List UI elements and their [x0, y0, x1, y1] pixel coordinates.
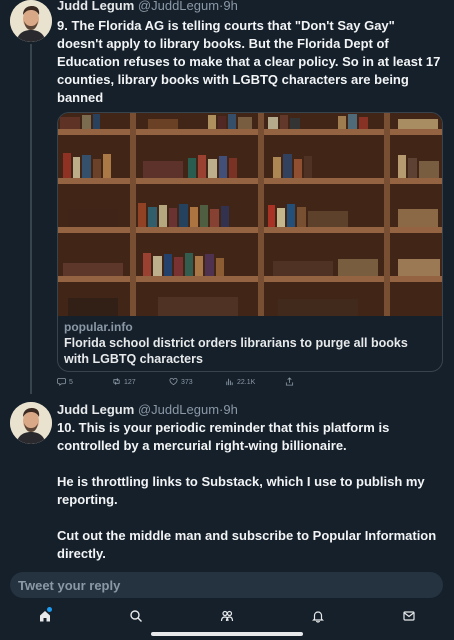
tweet-text: 10. This is your periodic reminder that …: [57, 419, 443, 563]
reply-input[interactable]: Tweet your reply: [10, 572, 443, 598]
nav-search[interactable]: [129, 609, 143, 623]
reply-placeholder: Tweet your reply: [18, 578, 121, 593]
reply-count: 5: [69, 379, 73, 386]
communities-icon: [220, 609, 234, 623]
like-count: 373: [181, 379, 193, 386]
author-handle[interactable]: @JuddLegum: [138, 402, 219, 417]
bell-icon: [311, 609, 325, 623]
author-name[interactable]: Judd Legum: [57, 0, 134, 13]
share-icon: [285, 377, 294, 388]
home-indicator: [151, 632, 303, 636]
tweet-paragraph: Cut out the middle man and subscribe to …: [57, 528, 437, 561]
link-card[interactable]: popular.info Florida school district ord…: [57, 112, 443, 372]
tweet-header: Judd Legum @JuddLegum·9h: [57, 402, 238, 417]
tweet-paragraph: He is throttling links to Substack, whic…: [57, 474, 425, 507]
reply-icon: [57, 377, 66, 388]
tweet-paragraph: 10. This is your periodic reminder that …: [57, 420, 390, 453]
thread-line: [30, 44, 32, 394]
avatar[interactable]: [10, 402, 52, 444]
views-count: 22.1K: [237, 379, 256, 386]
mail-icon: [402, 609, 416, 623]
thread-line: [30, 388, 32, 394]
tweet-actions: 5 127 373 22.1K: [57, 377, 417, 391]
avatar[interactable]: [10, 0, 52, 42]
reply-button[interactable]: 5: [57, 377, 73, 388]
search-icon: [129, 609, 143, 623]
timestamp[interactable]: 9h: [223, 0, 237, 13]
nav-messages[interactable]: [402, 609, 416, 623]
like-button[interactable]: 373: [169, 377, 193, 388]
card-image: [58, 113, 442, 316]
views-button[interactable]: 22.1K: [225, 377, 255, 388]
nav-communities[interactable]: [220, 609, 234, 623]
timestamp[interactable]: 9h: [223, 402, 237, 417]
author-handle[interactable]: @JuddLegum: [138, 0, 219, 13]
author-name[interactable]: Judd Legum: [57, 402, 134, 417]
nav-home[interactable]: [38, 607, 52, 623]
heart-icon: [169, 377, 178, 388]
analytics-icon: [225, 377, 234, 388]
nav-notifications[interactable]: [311, 609, 325, 623]
retweet-icon: [112, 377, 121, 388]
notification-dot: [47, 607, 52, 612]
tweet-header: Judd Legum @JuddLegum·9h: [57, 0, 238, 13]
card-title: Florida school district orders librarian…: [64, 336, 408, 366]
card-domain: popular.info: [64, 320, 133, 334]
retweet-count: 127: [124, 379, 136, 386]
tweet-text: 9. The Florida AG is telling courts that…: [57, 18, 441, 105]
retweet-button[interactable]: 127: [112, 377, 136, 388]
share-button[interactable]: [285, 377, 294, 388]
